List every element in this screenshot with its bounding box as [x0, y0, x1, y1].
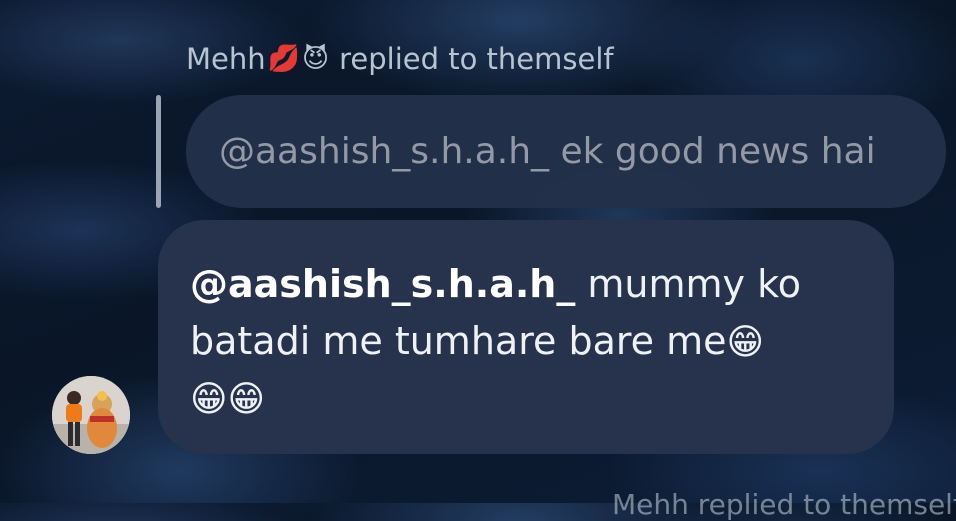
- next-reply-header-peek: Mehh replied to themself: [612, 488, 956, 521]
- kiss-mark-emoji-icon: 💋: [267, 44, 300, 74]
- profile-photo-icon: [52, 376, 130, 454]
- smiling-devil-emoji-icon: 😈: [302, 44, 330, 74]
- grinning-emoji-icon: 😁: [726, 322, 765, 363]
- user-mention-link[interactable]: @aashish_s.h.a.h_: [190, 262, 575, 306]
- reply-indicator-bar: [156, 95, 161, 208]
- reply-action-text: replied to themself: [339, 42, 614, 76]
- sender-avatar[interactable]: [52, 376, 130, 454]
- quoted-message-text: @aashish_s.h.a.h_ ek good news hai: [219, 131, 876, 172]
- reply-header: Mehh 💋 😈 replied to themself: [186, 42, 614, 76]
- grinning-emoji-icon: 😁: [227, 379, 266, 420]
- sender-name: Mehh: [186, 42, 266, 76]
- message-bubble[interactable]: @aashish_s.h.a.h_ mummy ko batadi me tum…: [158, 220, 894, 454]
- quoted-message-bubble[interactable]: @aashish_s.h.a.h_ ek good news hai: [186, 95, 946, 208]
- grinning-emoji-icon: 😁: [190, 379, 228, 420]
